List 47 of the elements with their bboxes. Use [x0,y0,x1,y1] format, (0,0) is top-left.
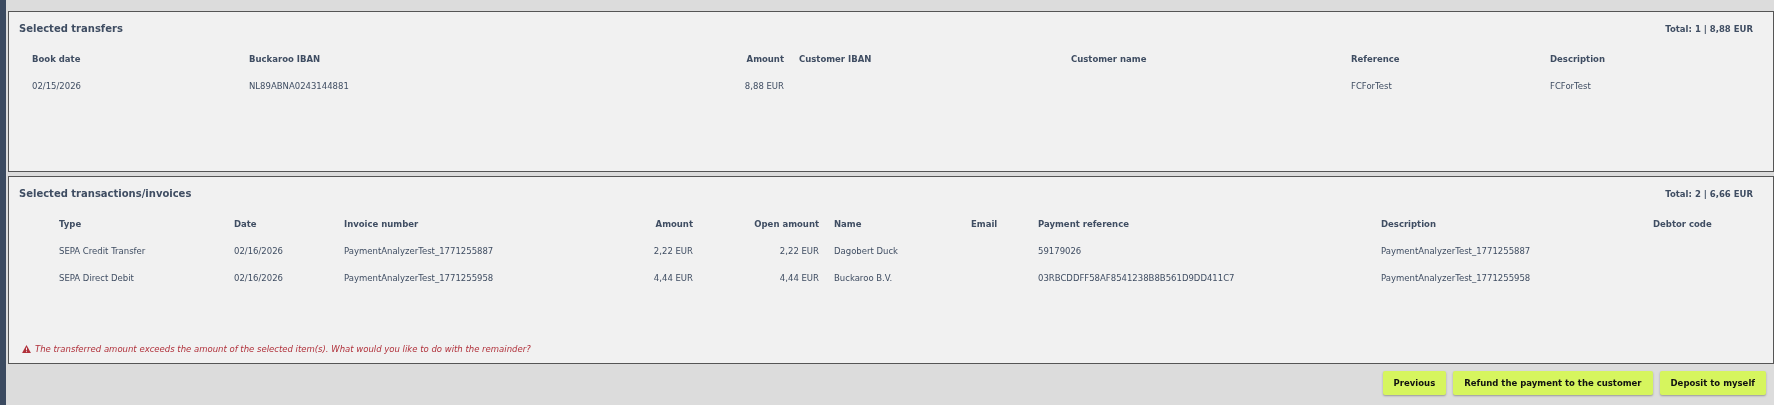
column-header: Type [59,218,83,231]
table-cell-text: FCForTest [1351,80,1393,93]
action-button[interactable]: Refund the payment to the customer [1453,371,1653,395]
column-header: Date [234,218,258,231]
column-header: Customer name [1071,53,1148,66]
table-cell-text: 02/15/2026 [32,80,82,93]
table-cell-text: PaymentAnalyzerTest_1771255958 [344,272,495,285]
table-cell-text: 03RBCDDFF58AF8541238B8B561D9DD411C7 [1038,272,1236,285]
table-cell-text: SEPA Direct Debit [59,272,135,285]
table-cell-text: FCForTest [1550,80,1592,93]
column-header: Debtor code [1653,218,1713,231]
table-cell-text: 4,44 EUR [652,272,694,285]
table-cell-text: PaymentAnalyzerTest_1771255887 [1381,245,1532,258]
column-header: Customer IBAN [799,53,873,66]
table-cell-text: Buckaroo B.V. [834,272,894,285]
column-header: Buckaroo IBAN [249,53,322,66]
action-button[interactable]: Deposit to myself [1659,371,1766,395]
column-header: Invoice number [344,218,420,231]
column-header: Reference [1351,53,1401,66]
column-header: Book date [32,53,82,66]
warning-icon [22,345,31,353]
warning-message: The transferred amount exceeds the amount of the selected item(s). What would you like to do with the remainder? [35,344,531,354]
column-header: Name [834,218,863,231]
table-cell-text: 2,22 EUR [778,245,820,258]
table-cell-text: PaymentAnalyzerTest_1771255887 [344,245,495,258]
table-cell-text: SEPA Credit Transfer [59,245,147,258]
table-cell-text: PaymentAnalyzerTest_1771255958 [1381,272,1532,285]
panel-title: Selected transfers [19,23,123,34]
table-cell-text: Dagobert Duck [834,245,900,258]
total-summary: Total: 1 | 8,88 EUR [1665,23,1753,34]
action-button[interactable]: Previous [1382,371,1447,395]
table-cell-text: NL89ABNA0243144881 [249,80,350,93]
column-header: Description [1550,53,1606,66]
total-summary: Total: 2 | 6,66 EUR [1665,188,1753,199]
column-header: Payment reference [1038,218,1130,231]
table-cell-text: 4,44 EUR [778,272,820,285]
table-cell-text: 8,88 EUR [743,80,785,93]
column-header: Description [1381,218,1437,231]
column-header: Amount [654,218,694,231]
panel-title: Selected transactions/invoices [19,188,192,199]
table-cell-text: 2,22 EUR [652,245,694,258]
table-cell-text: 02/16/2026 [234,245,284,258]
table-cell-text: 02/16/2026 [234,272,284,285]
column-header: Open amount [753,218,820,231]
table-cell-text: 59179026 [1038,245,1083,258]
column-header: Email [971,218,999,231]
column-header: Amount [745,53,785,66]
